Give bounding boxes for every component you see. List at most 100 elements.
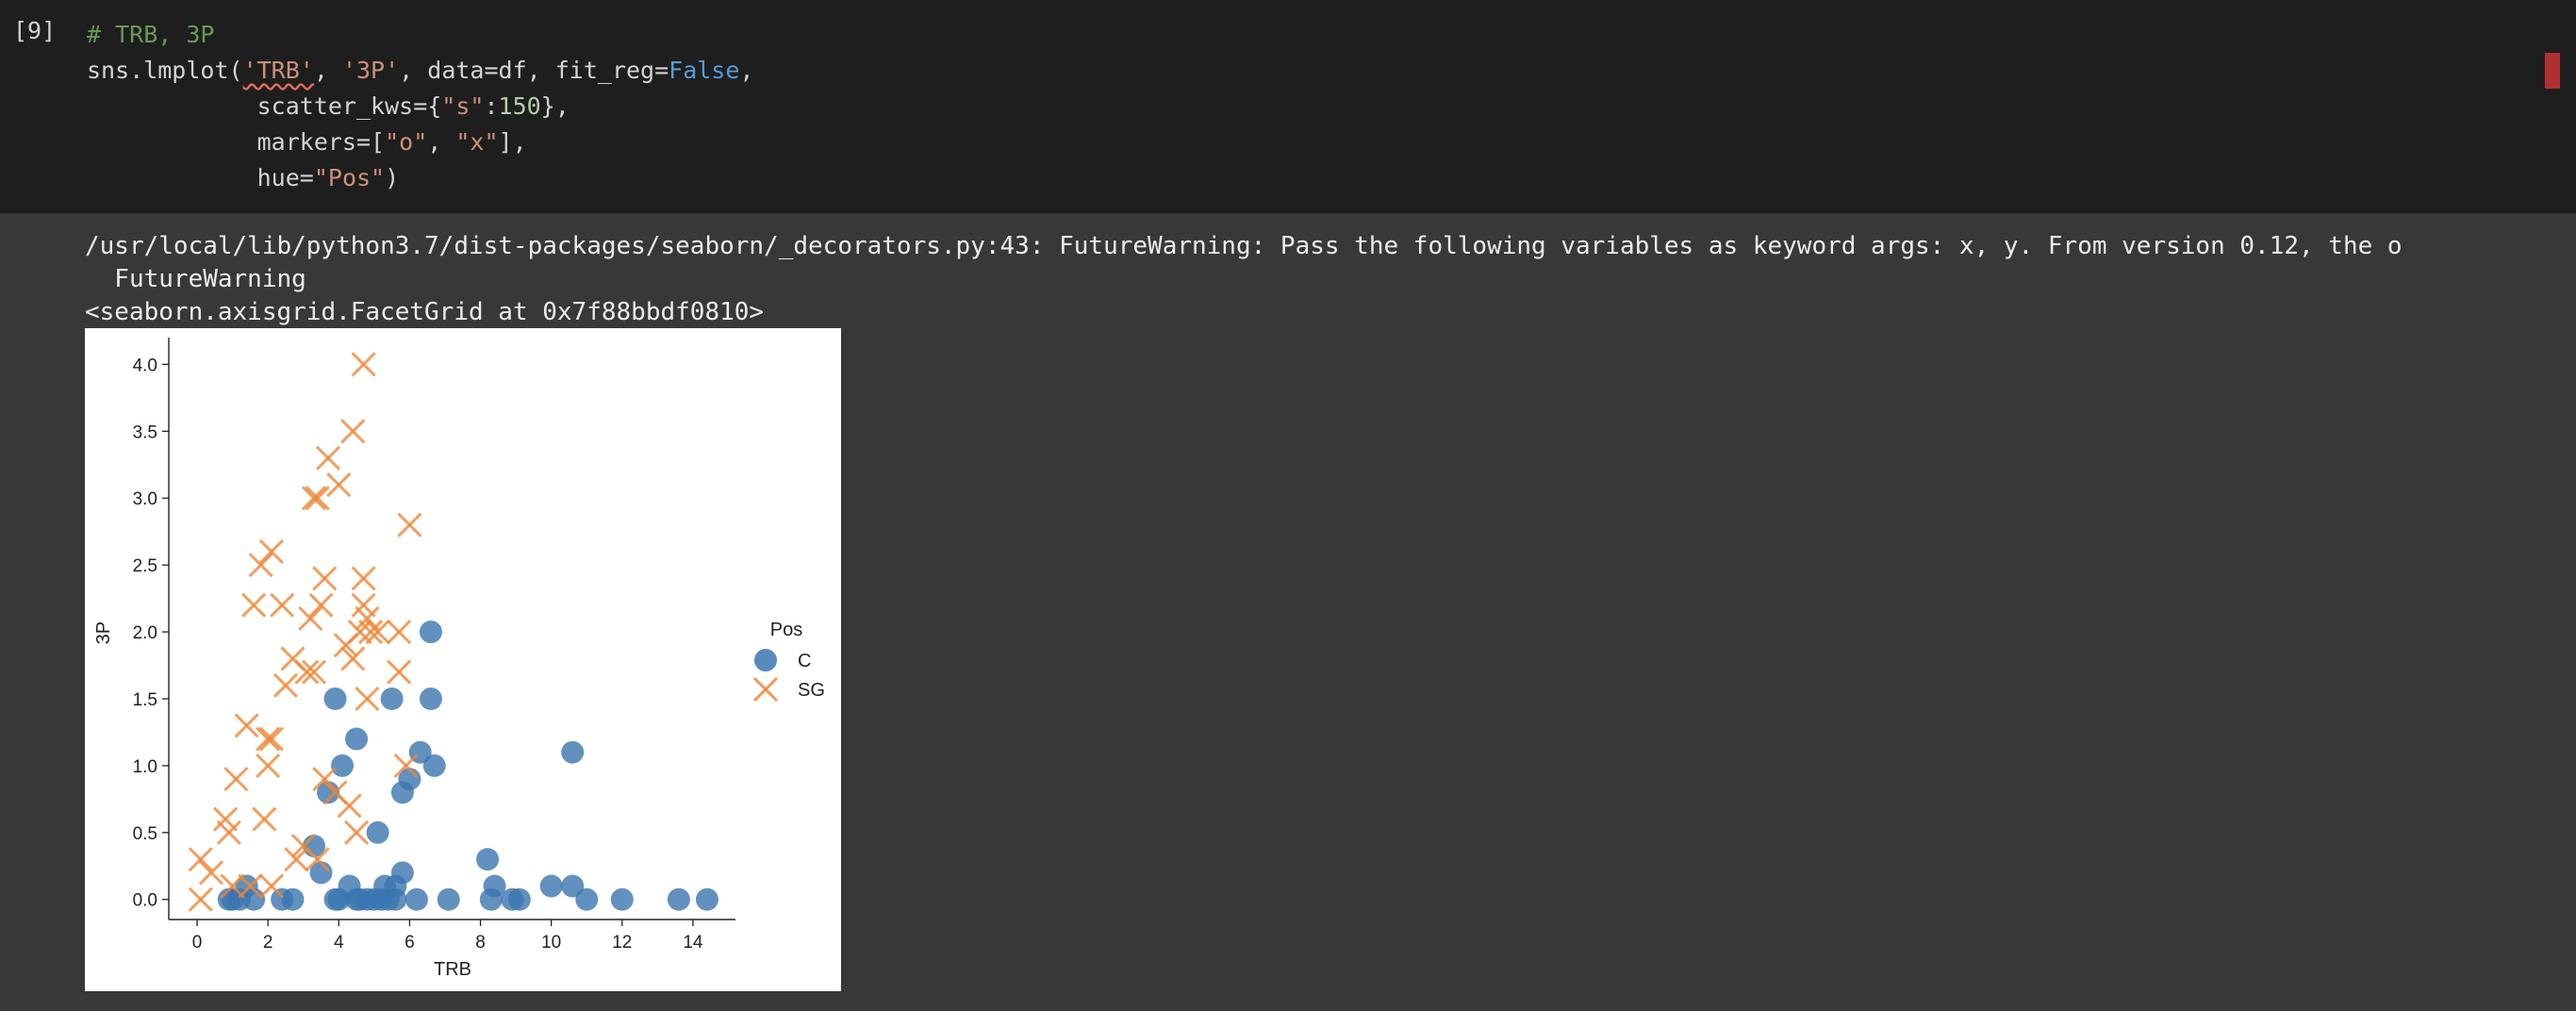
code-args: , data=df, fit_reg= <box>399 57 669 84</box>
y-tick-label: 0.5 <box>133 824 157 844</box>
code-close: ], <box>498 128 527 156</box>
code-cell[interactable]: [9] # TRB, 3P sns.lmplot('TRB', '3P', da… <box>0 0 2576 213</box>
y-tick-label: 0.0 <box>133 891 157 911</box>
code-line-1: # TRB, 3P <box>87 17 753 53</box>
data-point-c <box>507 887 531 911</box>
data-point-sg <box>355 686 380 712</box>
data-point-sg <box>305 486 330 511</box>
data-point-c <box>380 687 404 710</box>
code-comment: # TRB, 3P <box>87 21 215 48</box>
data-point-sg <box>387 619 412 645</box>
warning-line: /usr/local/lib/python3.7/dist-packages/s… <box>85 232 2403 260</box>
code-colon: : <box>484 92 499 120</box>
data-point-c <box>390 861 414 885</box>
data-point-c <box>366 820 389 844</box>
x-tick-label: 10 <box>541 933 561 953</box>
code-line-4: markers=["o", "x"], <box>87 124 753 160</box>
code-sep: , <box>313 57 342 84</box>
code-arg-y: '3P' <box>341 57 400 84</box>
code-key: "s" <box>441 92 485 120</box>
data-point-sg <box>308 592 334 618</box>
data-point-sg <box>258 539 284 565</box>
execution-count: [9] <box>13 17 57 44</box>
x-tick-label: 0 <box>192 933 203 953</box>
legend-marker-sg <box>752 676 779 703</box>
data-point-c <box>561 740 585 764</box>
code-editor[interactable]: # TRB, 3P sns.lmplot('TRB', '3P', data=d… <box>87 17 753 196</box>
data-point-c <box>437 887 460 911</box>
data-point-c <box>345 727 369 751</box>
code-sep: , <box>427 128 456 156</box>
data-point-sg <box>256 753 281 778</box>
code-markers: markers=[ <box>256 128 386 156</box>
code-arg-x: 'TRB' <box>242 57 314 84</box>
y-tick-label: 4.0 <box>133 356 157 375</box>
data-point-sg <box>188 847 213 872</box>
code-line-2: sns.lmplot('TRB', '3P', data=df, fit_reg… <box>87 53 753 89</box>
data-point-sg <box>258 873 284 899</box>
data-point-sg <box>258 726 284 752</box>
data-point-c <box>422 754 446 777</box>
data-point-sg <box>272 672 299 698</box>
data-point-c <box>667 887 690 911</box>
data-point-sg <box>315 445 341 471</box>
data-point-c <box>331 754 355 777</box>
data-point-c <box>323 687 347 710</box>
data-point-sg <box>223 767 249 792</box>
code-hue-value: "Pos" <box>313 164 386 191</box>
data-point-c <box>539 874 563 898</box>
scatter-plot: 3P TRB Pos C SG 0 2 4 6 8 10 12 14 0.0 0.5 1.0 1.5 2… <box>85 328 841 991</box>
code-line-3: scatter_kws={"s":150}, <box>87 89 753 124</box>
x-tick-label: 4 <box>334 933 344 953</box>
cell-status-marker <box>2545 53 2560 89</box>
data-point-sg <box>344 820 370 845</box>
y-tick-label: 3.0 <box>133 489 157 509</box>
data-point-sg <box>188 887 213 912</box>
code-call: sns.lmplot( <box>87 57 243 84</box>
code-false-keyword: False <box>669 57 740 84</box>
data-point-c <box>419 687 442 710</box>
data-point-sg <box>241 592 267 618</box>
data-point-sg <box>397 512 422 538</box>
x-tick-label: 6 <box>405 933 415 953</box>
data-point-sg <box>248 553 273 578</box>
data-point-sg <box>312 566 338 591</box>
chart-svg: 3P TRB Pos C SG 0 2 4 6 8 10 12 14 0.0 0.5 1.0 1.5 2… <box>93 338 825 980</box>
code-number: 150 <box>498 92 541 120</box>
data-point-c <box>476 848 500 871</box>
x-tick-label: 12 <box>612 933 632 953</box>
code-close: ) <box>385 164 400 191</box>
code-comma: , <box>739 57 754 84</box>
y-tick-label: 2.5 <box>133 556 157 576</box>
chart-marks <box>188 352 718 912</box>
y-tick-label: 1.5 <box>133 690 157 710</box>
code-marker-x: "x" <box>455 128 499 156</box>
legend-label-sg: SG <box>798 680 825 701</box>
data-point-sg <box>337 793 362 819</box>
data-point-c <box>281 887 305 911</box>
data-point-c <box>384 887 407 911</box>
data-point-sg <box>256 726 281 752</box>
x-axis-label: TRB <box>434 959 471 980</box>
chart-axes: 0 2 4 6 8 10 12 14 0.0 0.5 1.0 1.5 2.0 2.5 3.0 3.5 4.0 <box>133 338 735 953</box>
legend-marker-c <box>754 649 777 671</box>
y-tick-label: 2.0 <box>133 623 157 643</box>
code-scatter-kws: scatter_kws={ <box>256 92 442 120</box>
data-point-sg <box>387 659 412 685</box>
output-repr: <seaborn.axisgrid.FacetGrid at 0x7f88bbd… <box>85 298 765 326</box>
data-point-c <box>405 887 428 911</box>
x-tick-label: 2 <box>263 933 273 953</box>
data-point-c <box>419 621 442 644</box>
data-point-sg <box>298 605 323 631</box>
data-point-sg <box>351 566 376 591</box>
data-point-c <box>610 887 634 911</box>
code-line-5: hue="Pos") <box>87 160 753 196</box>
data-point-sg <box>340 419 366 444</box>
code-close: }, <box>540 92 570 120</box>
code-hue: hue= <box>256 164 314 191</box>
code-marker-o: "o" <box>385 128 428 156</box>
legend-label-c: C <box>798 651 811 671</box>
